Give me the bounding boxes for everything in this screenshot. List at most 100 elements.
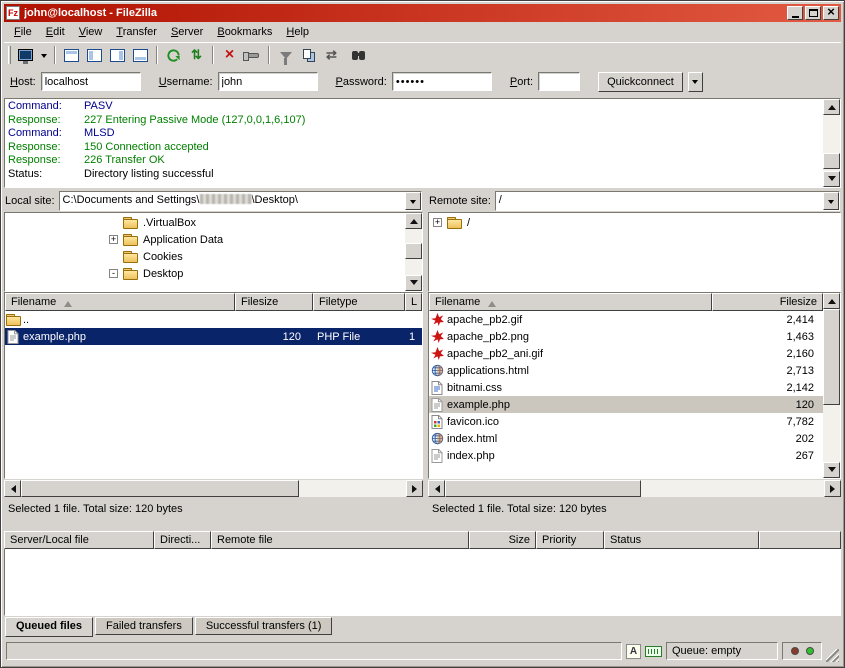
local-horizontal-scrollbar[interactable]: [4, 480, 423, 497]
menu-file[interactable]: File: [7, 24, 39, 40]
file-row[interactable]: index.php 267: [429, 447, 823, 464]
queue-column-priority[interactable]: Priority: [536, 531, 604, 549]
scroll-thumb[interactable]: [823, 153, 840, 169]
close-button[interactable]: [823, 6, 839, 20]
queue-column-direction[interactable]: Directi...: [154, 531, 211, 549]
menu-bookmarks[interactable]: Bookmarks: [210, 24, 279, 40]
site-manager-dropdown[interactable]: [37, 45, 50, 66]
transfer-type-icon[interactable]: [626, 644, 641, 659]
host-input[interactable]: [41, 72, 141, 91]
quickconnect-dropdown[interactable]: [688, 72, 703, 92]
scroll-down-button[interactable]: [823, 171, 840, 187]
queue-column-local-file[interactable]: Server/Local file: [4, 531, 154, 549]
file-row[interactable]: apache_pb2_ani.gif 2,160: [429, 345, 823, 362]
scroll-track[interactable]: [445, 480, 824, 497]
find-files-button[interactable]: [343, 45, 366, 66]
file-row-selected[interactable]: example.php 120: [429, 396, 823, 413]
remote-horizontal-scrollbar[interactable]: [428, 480, 841, 497]
expander-icon[interactable]: +: [433, 218, 442, 227]
file-row[interactable]: apache_pb2.gif 2,414: [429, 311, 823, 328]
scroll-track[interactable]: [823, 309, 840, 462]
maximize-button[interactable]: [805, 6, 821, 20]
column-header-filename[interactable]: Filename: [5, 293, 235, 311]
minimize-button[interactable]: [787, 6, 803, 20]
scroll-left-button[interactable]: [4, 480, 21, 497]
cancel-button[interactable]: [218, 45, 241, 66]
local-list-body: .. example.php 120 PHP File: [5, 311, 422, 478]
port-input[interactable]: [538, 72, 580, 91]
scroll-right-button[interactable]: [824, 480, 841, 497]
menu-help[interactable]: Help: [279, 24, 316, 40]
expander-icon[interactable]: +: [109, 235, 118, 244]
tree-item[interactable]: .VirtualBox: [5, 214, 405, 231]
scroll-down-button[interactable]: [405, 275, 422, 291]
password-input[interactable]: [392, 72, 492, 91]
file-row[interactable]: favicon.ico 7,782: [429, 413, 823, 430]
column-header-filesize[interactable]: Filesize: [712, 293, 823, 311]
local-tree-scrollbar[interactable]: [405, 213, 422, 291]
toolbar-grip[interactable]: [8, 46, 11, 64]
scroll-right-button[interactable]: [406, 480, 423, 497]
refresh-button[interactable]: [162, 45, 185, 66]
queue-column-remote-file[interactable]: Remote file: [211, 531, 469, 549]
scroll-track[interactable]: [405, 229, 422, 275]
column-header-filesize[interactable]: Filesize: [235, 293, 313, 311]
queue-column-size[interactable]: Size: [469, 531, 536, 549]
menu-view[interactable]: View: [72, 24, 110, 40]
synchronized-browsing-button[interactable]: [320, 45, 343, 66]
remote-list-scrollbar[interactable]: [823, 293, 840, 478]
directory-comparison-button[interactable]: [297, 45, 320, 66]
menu-transfer[interactable]: Transfer: [109, 24, 164, 40]
toggle-queue-button[interactable]: [129, 45, 152, 66]
tree-item[interactable]: - Desktop: [5, 265, 405, 282]
scroll-thumb[interactable]: [405, 243, 422, 259]
encryption-icon[interactable]: [645, 646, 662, 657]
scroll-down-button[interactable]: [823, 462, 840, 478]
toggle-remote-tree-button[interactable]: [106, 45, 129, 66]
username-input[interactable]: [218, 72, 318, 91]
tab-failed-transfers[interactable]: Failed transfers: [95, 617, 193, 635]
process-queue-button[interactable]: [185, 45, 208, 66]
scroll-up-button[interactable]: [823, 99, 840, 115]
scroll-thumb[interactable]: [445, 480, 641, 497]
scroll-thumb[interactable]: [823, 309, 840, 405]
resize-grip[interactable]: [826, 649, 839, 662]
remote-site-dropdown[interactable]: [823, 192, 839, 210]
tree-item[interactable]: + Application Data: [5, 231, 405, 248]
expander-icon[interactable]: -: [109, 269, 118, 278]
tab-queued-files[interactable]: Queued files: [5, 617, 93, 637]
message-log-icon: [64, 49, 79, 62]
scroll-up-button[interactable]: [405, 213, 422, 229]
file-row-selected[interactable]: example.php 120 PHP File 1: [5, 328, 422, 345]
file-row[interactable]: bitnami.css 2,142: [429, 379, 823, 396]
file-row[interactable]: apache_pb2.png 1,463: [429, 328, 823, 345]
quickconnect-button[interactable]: Quickconnect: [598, 72, 683, 92]
disconnect-button[interactable]: [241, 45, 264, 66]
toggle-local-tree-button[interactable]: [83, 45, 106, 66]
column-header-lastmodified[interactable]: L: [405, 293, 422, 311]
filter-button[interactable]: [274, 45, 297, 66]
scroll-left-button[interactable]: [428, 480, 445, 497]
column-header-filetype[interactable]: Filetype: [313, 293, 405, 311]
column-header-filename[interactable]: Filename: [429, 293, 712, 311]
tree-item[interactable]: + /: [429, 214, 840, 231]
menu-edit[interactable]: Edit: [39, 24, 72, 40]
tab-successful-transfers[interactable]: Successful transfers (1): [195, 617, 333, 635]
local-site-combo[interactable]: C:\Documents and Settings\\Desktop\: [59, 191, 422, 211]
file-row[interactable]: index.html 202: [429, 430, 823, 447]
file-row[interactable]: applications.html 2,713: [429, 362, 823, 379]
scroll-track[interactable]: [21, 480, 406, 497]
queue-column-status[interactable]: Status: [604, 531, 759, 549]
menu-server[interactable]: Server: [164, 24, 210, 40]
scroll-thumb[interactable]: [21, 480, 299, 497]
site-manager-button[interactable]: [14, 45, 37, 66]
local-site-dropdown[interactable]: [405, 192, 421, 210]
queue-list[interactable]: [4, 549, 841, 616]
scroll-track[interactable]: [823, 115, 840, 171]
toggle-message-log-button[interactable]: [60, 45, 83, 66]
log-scrollbar[interactable]: [823, 99, 840, 187]
remote-site-combo[interactable]: /: [495, 191, 840, 211]
file-row[interactable]: ..: [5, 311, 422, 328]
tree-item[interactable]: Cookies: [5, 248, 405, 265]
scroll-up-button[interactable]: [823, 293, 840, 309]
